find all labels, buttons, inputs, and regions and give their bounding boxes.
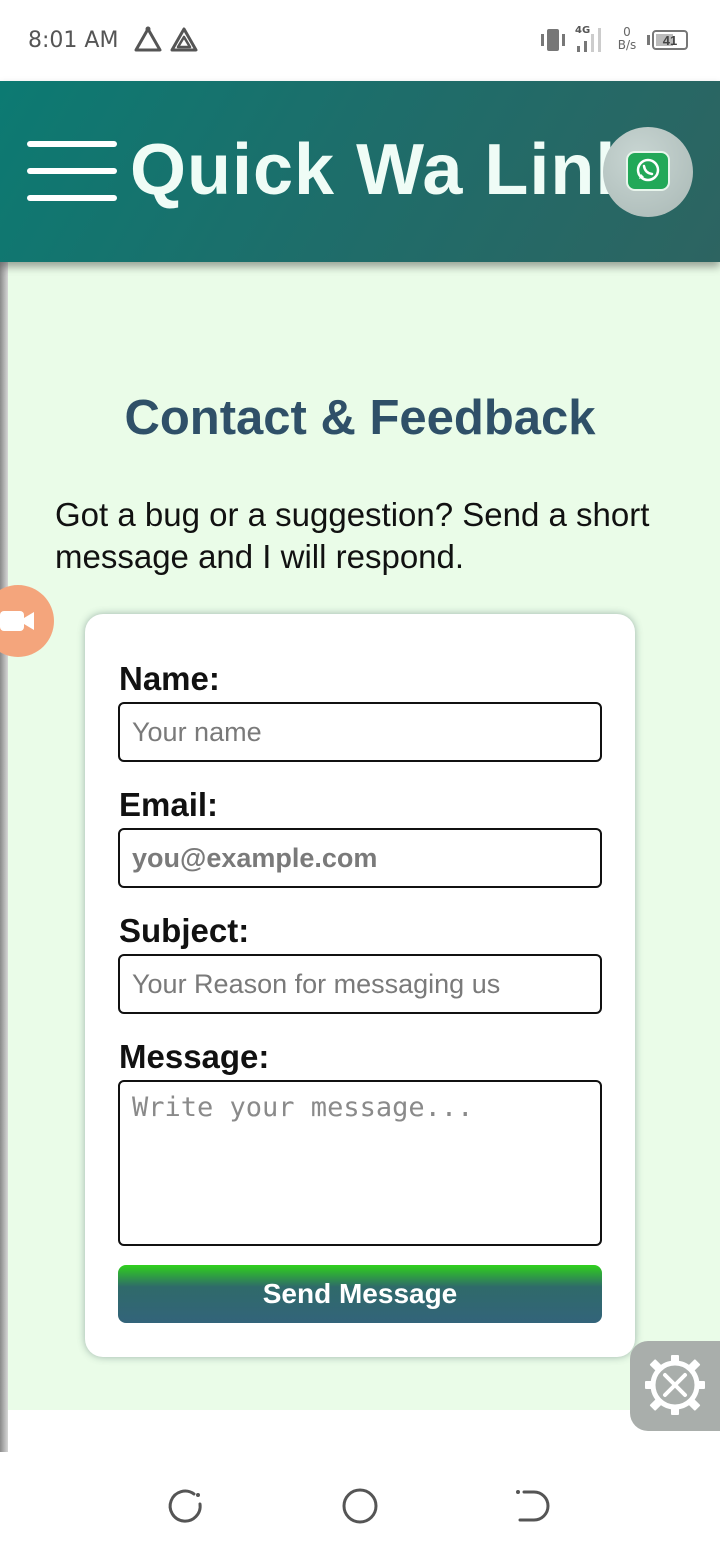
contact-form-card: Name: Email: Subject: Message: Send Mess… bbox=[85, 614, 635, 1357]
main-content: Contact & Feedback Got a bug or a sugges… bbox=[0, 262, 720, 1410]
battery-icon: 41 bbox=[652, 30, 688, 50]
network-speed: 0 B/s bbox=[614, 26, 640, 52]
subject-label: Subject: bbox=[119, 912, 250, 949]
tools-floating-button[interactable] bbox=[630, 1341, 720, 1431]
subject-field[interactable] bbox=[118, 954, 602, 1014]
intro-text: Got a bug or a suggestion? Send a short … bbox=[55, 496, 650, 575]
message-label: Message: bbox=[119, 1038, 270, 1075]
name-label: Name: bbox=[119, 660, 220, 697]
battery-percent: 41 bbox=[662, 33, 678, 48]
hamburger-menu-icon[interactable] bbox=[27, 141, 117, 203]
vibrate-icon bbox=[541, 29, 565, 51]
send-message-button[interactable]: Send Message bbox=[118, 1265, 602, 1323]
battery-nub bbox=[647, 35, 650, 45]
home-icon[interactable] bbox=[340, 1486, 380, 1526]
triangle-outline-icon bbox=[134, 26, 162, 52]
network-speed-unit: B/s bbox=[617, 38, 637, 52]
whatsapp-logo-button[interactable] bbox=[603, 127, 693, 217]
app-title: Quick Wa Link bbox=[130, 130, 637, 210]
recents-icon[interactable] bbox=[166, 1486, 206, 1526]
navigation-bar bbox=[0, 1452, 720, 1560]
message-field[interactable] bbox=[118, 1080, 602, 1246]
gear-tools-icon bbox=[645, 1355, 705, 1415]
email-label: Email: bbox=[119, 786, 219, 823]
screen-record-button[interactable] bbox=[0, 585, 54, 657]
page-title: Contact & Feedback bbox=[124, 391, 596, 445]
video-camera-icon bbox=[0, 611, 34, 631]
name-field[interactable] bbox=[118, 702, 602, 762]
status-time: 8:01 AM bbox=[28, 28, 119, 53]
email-field[interactable] bbox=[118, 828, 602, 888]
back-icon[interactable] bbox=[512, 1486, 552, 1526]
status-bar: 8:01 AM 4G 0 B/s 41 bbox=[0, 0, 720, 81]
whatsapp-icon bbox=[626, 151, 670, 191]
signal-icon: 4G bbox=[575, 25, 601, 52]
app-header: Quick Wa Link bbox=[0, 81, 720, 262]
network-type-label: 4G bbox=[575, 25, 590, 36]
drive-icon bbox=[170, 27, 198, 52]
left-edge-shadow bbox=[0, 262, 8, 1452]
